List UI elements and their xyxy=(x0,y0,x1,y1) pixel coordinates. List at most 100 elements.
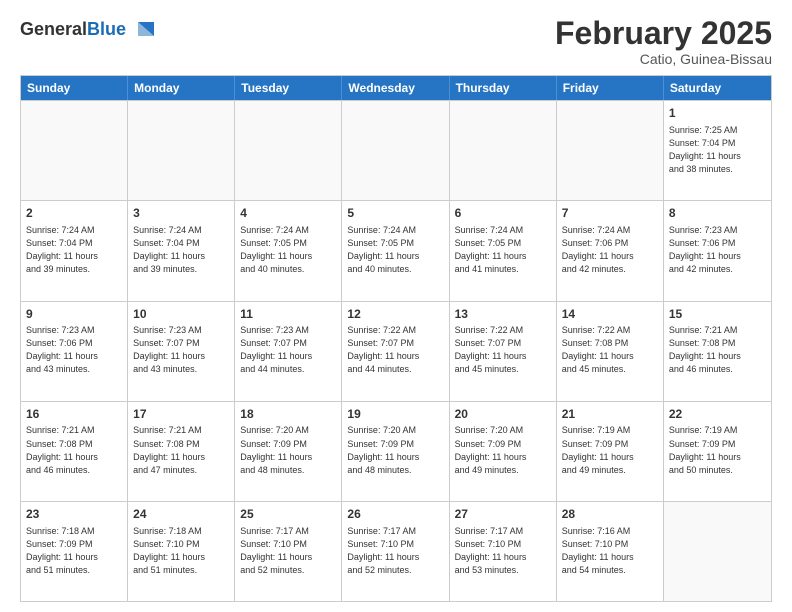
cal-cell: 4 Sunrise: 7:24 AM Sunset: 7:05 PM Daylig… xyxy=(235,201,342,300)
cell-info: Sunrise: 7:23 AM Sunset: 7:06 PM Dayligh… xyxy=(669,224,766,276)
header-friday: Friday xyxy=(557,76,664,100)
cal-cell: 10Sunrise: 7:23 AM Sunset: 7:07 PM Dayli… xyxy=(128,302,235,401)
cal-cell: 25 Sunrise: 7:17 AM Sunset: 7:10 PM Dayli… xyxy=(235,502,342,601)
cell-info: Sunrise: 7:21 AM Sunset: 7:08 PM Dayligh… xyxy=(133,424,229,476)
day-number: 13 xyxy=(455,306,551,323)
cal-cell: 3 Sunrise: 7:24 AM Sunset: 7:04 PM Daylig… xyxy=(128,201,235,300)
day-number: 1 xyxy=(669,105,766,122)
title-block: February 2025 Catio, Guinea-Bissau xyxy=(555,16,772,67)
calendar: Sunday Monday Tuesday Wednesday Thursday… xyxy=(20,75,772,602)
cal-cell: 23Sunrise: 7:18 AM Sunset: 7:09 PM Dayli… xyxy=(21,502,128,601)
day-number: 20 xyxy=(455,406,551,423)
header-thursday: Thursday xyxy=(450,76,557,100)
day-number: 25 xyxy=(240,506,336,523)
day-number: 17 xyxy=(133,406,229,423)
cal-cell: 8 Sunrise: 7:23 AM Sunset: 7:06 PM Daylig… xyxy=(664,201,771,300)
cal-cell xyxy=(557,101,664,200)
day-number: 7 xyxy=(562,205,658,222)
cell-info: Sunrise: 7:24 AM Sunset: 7:04 PM Dayligh… xyxy=(26,224,122,276)
week-row-3: 16Sunrise: 7:21 AM Sunset: 7:08 PM Dayli… xyxy=(21,401,771,501)
cal-cell: 26Sunrise: 7:17 AM Sunset: 7:10 PM Dayli… xyxy=(342,502,449,601)
cell-info: Sunrise: 7:22 AM Sunset: 7:07 PM Dayligh… xyxy=(347,324,443,376)
cell-info: Sunrise: 7:20 AM Sunset: 7:09 PM Dayligh… xyxy=(455,424,551,476)
title-location: Catio, Guinea-Bissau xyxy=(555,51,772,67)
cal-cell xyxy=(342,101,449,200)
cell-info: Sunrise: 7:22 AM Sunset: 7:07 PM Dayligh… xyxy=(455,324,551,376)
header-wednesday: Wednesday xyxy=(342,76,449,100)
cell-info: Sunrise: 7:24 AM Sunset: 7:04 PM Dayligh… xyxy=(133,224,229,276)
cell-info: Sunrise: 7:18 AM Sunset: 7:10 PM Dayligh… xyxy=(133,525,229,577)
cell-info: Sunrise: 7:19 AM Sunset: 7:09 PM Dayligh… xyxy=(562,424,658,476)
cal-cell: 9Sunrise: 7:23 AM Sunset: 7:06 PM Daylig… xyxy=(21,302,128,401)
cal-cell: 2 Sunrise: 7:24 AM Sunset: 7:04 PM Daylig… xyxy=(21,201,128,300)
header-monday: Monday xyxy=(128,76,235,100)
logo-icon xyxy=(128,16,156,44)
cal-cell xyxy=(664,502,771,601)
cal-cell: 11Sunrise: 7:23 AM Sunset: 7:07 PM Dayli… xyxy=(235,302,342,401)
day-number: 4 xyxy=(240,205,336,222)
day-number: 2 xyxy=(26,205,122,222)
cal-cell: 7Sunrise: 7:24 AM Sunset: 7:06 PM Daylig… xyxy=(557,201,664,300)
logo-blue-text: Blue xyxy=(87,19,126,39)
day-number: 3 xyxy=(133,205,229,222)
day-number: 15 xyxy=(669,306,766,323)
cell-info: Sunrise: 7:17 AM Sunset: 7:10 PM Dayligh… xyxy=(347,525,443,577)
cal-cell: 28 Sunrise: 7:16 AM Sunset: 7:10 PM Dayli… xyxy=(557,502,664,601)
day-number: 23 xyxy=(26,506,122,523)
header-saturday: Saturday xyxy=(664,76,771,100)
cal-cell: 19Sunrise: 7:20 AM Sunset: 7:09 PM Dayli… xyxy=(342,402,449,501)
day-number: 8 xyxy=(669,205,766,222)
cell-info: Sunrise: 7:21 AM Sunset: 7:08 PM Dayligh… xyxy=(669,324,766,376)
cell-info: Sunrise: 7:24 AM Sunset: 7:05 PM Dayligh… xyxy=(240,224,336,276)
cal-cell: 18Sunrise: 7:20 AM Sunset: 7:09 PM Dayli… xyxy=(235,402,342,501)
day-number: 5 xyxy=(347,205,443,222)
cal-cell xyxy=(21,101,128,200)
cal-cell: 5Sunrise: 7:24 AM Sunset: 7:05 PM Daylig… xyxy=(342,201,449,300)
cal-cell: 24 Sunrise: 7:18 AM Sunset: 7:10 PM Dayli… xyxy=(128,502,235,601)
day-number: 18 xyxy=(240,406,336,423)
day-number: 27 xyxy=(455,506,551,523)
cal-cell: 20Sunrise: 7:20 AM Sunset: 7:09 PM Dayli… xyxy=(450,402,557,501)
cell-info: Sunrise: 7:23 AM Sunset: 7:07 PM Dayligh… xyxy=(240,324,336,376)
cal-cell: 6Sunrise: 7:24 AM Sunset: 7:05 PM Daylig… xyxy=(450,201,557,300)
day-number: 28 xyxy=(562,506,658,523)
day-number: 14 xyxy=(562,306,658,323)
cal-cell: 1 Sunrise: 7:25 AM Sunset: 7:04 PM Daylig… xyxy=(664,101,771,200)
header: GeneralBlue February 2025 Catio, Guinea-… xyxy=(20,16,772,67)
cell-info: Sunrise: 7:23 AM Sunset: 7:06 PM Dayligh… xyxy=(26,324,122,376)
cal-cell: 17Sunrise: 7:21 AM Sunset: 7:08 PM Dayli… xyxy=(128,402,235,501)
week-row-0: 1 Sunrise: 7:25 AM Sunset: 7:04 PM Daylig… xyxy=(21,100,771,200)
cal-cell xyxy=(128,101,235,200)
week-row-2: 9Sunrise: 7:23 AM Sunset: 7:06 PM Daylig… xyxy=(21,301,771,401)
cal-cell xyxy=(450,101,557,200)
cal-cell: 22Sunrise: 7:19 AM Sunset: 7:09 PM Dayli… xyxy=(664,402,771,501)
day-number: 24 xyxy=(133,506,229,523)
cell-info: Sunrise: 7:17 AM Sunset: 7:10 PM Dayligh… xyxy=(240,525,336,577)
cal-cell: 27Sunrise: 7:17 AM Sunset: 7:10 PM Dayli… xyxy=(450,502,557,601)
day-number: 19 xyxy=(347,406,443,423)
day-number: 12 xyxy=(347,306,443,323)
cal-cell: 12Sunrise: 7:22 AM Sunset: 7:07 PM Dayli… xyxy=(342,302,449,401)
cell-info: Sunrise: 7:20 AM Sunset: 7:09 PM Dayligh… xyxy=(240,424,336,476)
day-number: 21 xyxy=(562,406,658,423)
cell-info: Sunrise: 7:25 AM Sunset: 7:04 PM Dayligh… xyxy=(669,124,766,176)
cell-info: Sunrise: 7:16 AM Sunset: 7:10 PM Dayligh… xyxy=(562,525,658,577)
calendar-body: 1 Sunrise: 7:25 AM Sunset: 7:04 PM Daylig… xyxy=(21,100,771,601)
logo-general-text: General xyxy=(20,19,87,39)
day-number: 10 xyxy=(133,306,229,323)
cal-cell: 14Sunrise: 7:22 AM Sunset: 7:08 PM Dayli… xyxy=(557,302,664,401)
cal-cell xyxy=(235,101,342,200)
cell-info: Sunrise: 7:22 AM Sunset: 7:08 PM Dayligh… xyxy=(562,324,658,376)
cell-info: Sunrise: 7:24 AM Sunset: 7:05 PM Dayligh… xyxy=(455,224,551,276)
calendar-header: Sunday Monday Tuesday Wednesday Thursday… xyxy=(21,76,771,100)
title-month: February 2025 xyxy=(555,16,772,51)
cell-info: Sunrise: 7:21 AM Sunset: 7:08 PM Dayligh… xyxy=(26,424,122,476)
logo: GeneralBlue xyxy=(20,16,156,44)
cal-cell: 13Sunrise: 7:22 AM Sunset: 7:07 PM Dayli… xyxy=(450,302,557,401)
day-number: 16 xyxy=(26,406,122,423)
cell-info: Sunrise: 7:20 AM Sunset: 7:09 PM Dayligh… xyxy=(347,424,443,476)
cal-cell: 16Sunrise: 7:21 AM Sunset: 7:08 PM Dayli… xyxy=(21,402,128,501)
cell-info: Sunrise: 7:19 AM Sunset: 7:09 PM Dayligh… xyxy=(669,424,766,476)
page: GeneralBlue February 2025 Catio, Guinea-… xyxy=(0,0,792,612)
day-number: 9 xyxy=(26,306,122,323)
